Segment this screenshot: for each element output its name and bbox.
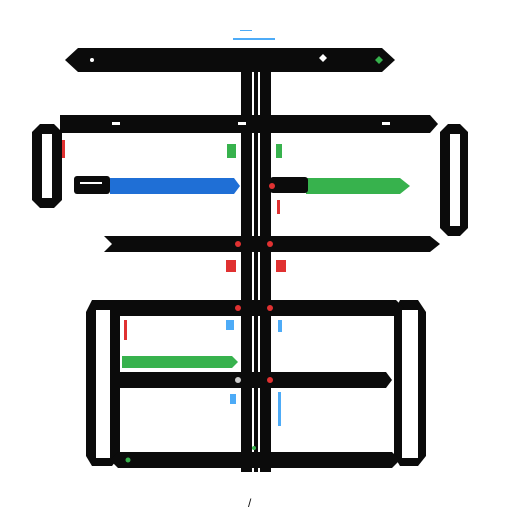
- second-bar: [60, 115, 438, 133]
- blue-progress-bar: [74, 176, 240, 194]
- fourth-bar: [112, 300, 404, 316]
- bottom-bar: [110, 446, 400, 468]
- third-bar: [104, 236, 440, 252]
- lower-right-block: [394, 300, 426, 466]
- canvas: .k { fill: #0b0b0b; } .w { fill: #ffffff…: [32, 30, 468, 510]
- top-bar: [65, 48, 395, 72]
- green-progress-bar: [269, 177, 410, 194]
- top-caption: [233, 30, 275, 40]
- fifth-bar: [114, 372, 392, 388]
- footer-glyph: /: [248, 496, 252, 510]
- right-capsule: [440, 124, 468, 236]
- top-left-dot-icon: [90, 58, 94, 62]
- lower-green-bar: [122, 356, 238, 368]
- left-capsule: [32, 124, 62, 208]
